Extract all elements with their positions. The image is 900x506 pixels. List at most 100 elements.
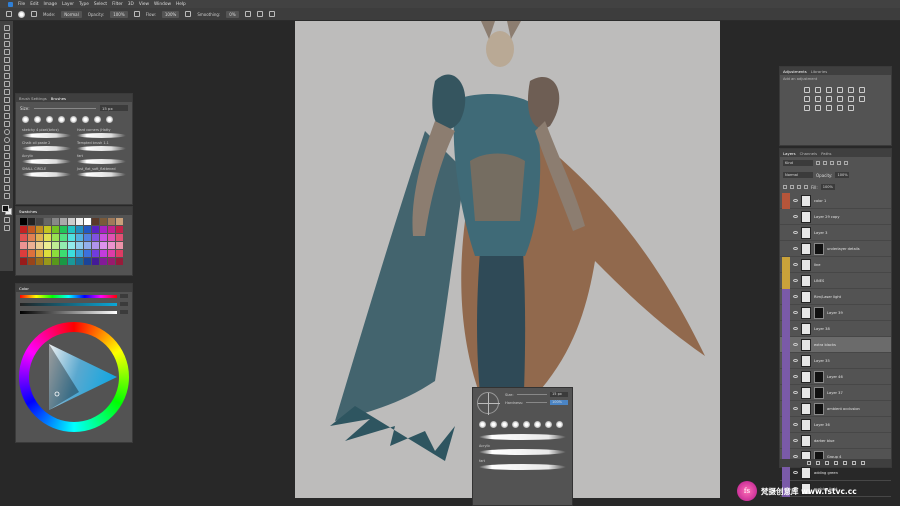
color-swatch[interactable] — [36, 258, 43, 265]
color-swatch[interactable] — [108, 258, 115, 265]
color-swatch[interactable] — [68, 234, 75, 241]
color-swatch[interactable] — [52, 234, 59, 241]
color-swatch[interactable] — [68, 226, 75, 233]
channel-mixer-icon[interactable] — [848, 96, 854, 102]
color-swatch[interactable] — [116, 226, 123, 233]
move-tool-icon[interactable] — [3, 25, 10, 31]
tab-brush-settings[interactable]: Brush Settings — [19, 96, 47, 101]
popup-brush-item[interactable] — [479, 433, 566, 440]
menu-select[interactable]: Select — [94, 2, 107, 7]
marquee-tool-icon[interactable] — [3, 33, 10, 39]
path-select-tool-icon[interactable] — [3, 161, 10, 167]
layer-mask-thumbnail[interactable] — [814, 306, 824, 319]
color-swatch[interactable] — [60, 218, 67, 225]
brightness-slider[interactable] — [20, 310, 117, 314]
color-swatch[interactable] — [60, 250, 67, 257]
tab-channels[interactable]: Channels — [800, 151, 818, 156]
posterize-icon[interactable] — [815, 105, 821, 111]
clone-stamp-tool-icon[interactable] — [3, 97, 10, 103]
delete-layer-icon[interactable] — [860, 461, 865, 465]
layer-row[interactable]: Layer 37 — [780, 384, 891, 401]
new-layer-icon[interactable] — [851, 461, 856, 465]
color-swatch[interactable] — [68, 250, 75, 257]
saturation-field[interactable] — [120, 302, 128, 306]
brush-tip[interactable] — [523, 421, 530, 428]
brush-tip[interactable] — [82, 116, 89, 123]
color-swatch[interactable] — [44, 258, 51, 265]
layer-row[interactable]: Layer 36 — [780, 416, 891, 433]
layer-mask-thumbnail[interactable] — [814, 386, 824, 399]
color-swatch[interactable] — [36, 218, 43, 225]
visibility-eye-icon[interactable] — [793, 247, 798, 250]
color-swatch[interactable] — [76, 242, 83, 249]
brush-tool-icon[interactable] — [6, 11, 12, 17]
layer-style-icon[interactable] — [815, 461, 820, 465]
hue-field[interactable] — [120, 294, 128, 298]
layer-row[interactable]: adding green — [780, 464, 891, 481]
layer-row[interactable]: Layer 46 — [780, 368, 891, 385]
frame-tool-icon[interactable] — [3, 65, 10, 71]
gradient-tool-icon[interactable] — [3, 121, 10, 127]
curves-icon[interactable] — [826, 87, 832, 93]
color-swatch[interactable] — [68, 242, 75, 249]
color-swatch[interactable] — [28, 242, 35, 249]
visibility-eye-icon[interactable] — [793, 215, 798, 218]
brush-item[interactable]: Just_flat_soft_flattened — [77, 167, 126, 177]
color-swatch[interactable] — [84, 242, 91, 249]
color-swatch[interactable] — [60, 258, 67, 265]
color-wheel[interactable] — [19, 322, 129, 432]
color-swatch[interactable] — [100, 250, 107, 257]
layer-fill-field[interactable]: 100% — [820, 184, 835, 190]
crop-tool-icon[interactable] — [3, 57, 10, 63]
color-swatch[interactable] — [28, 234, 35, 241]
popup-brush-item[interactable]: Acrylic — [479, 444, 566, 455]
new-group-icon[interactable] — [842, 461, 847, 465]
color-swatch[interactable] — [84, 234, 91, 241]
quick-select-tool-icon[interactable] — [3, 49, 10, 55]
more-tools-icon[interactable] — [3, 193, 10, 199]
layer-row[interactable]: Layer 38 — [780, 320, 891, 337]
brush-item[interactable]: Tempted brush 1.1 — [77, 141, 126, 151]
color-swatch[interactable] — [92, 218, 99, 225]
exposure-icon[interactable] — [837, 87, 843, 93]
color-swatch[interactable] — [84, 258, 91, 265]
color-swatch[interactable] — [108, 218, 115, 225]
brush-tip[interactable] — [545, 421, 552, 428]
add-mask-icon[interactable] — [824, 461, 829, 465]
color-swatch[interactable] — [100, 242, 107, 249]
zoom-tool-icon[interactable] — [3, 185, 10, 191]
brush-item[interactable]: fart — [77, 154, 126, 164]
opacity-field[interactable]: 100% — [110, 10, 128, 18]
popup-size-field[interactable]: 15 px — [550, 392, 568, 397]
color-swatch[interactable] — [68, 258, 75, 265]
color-swatch[interactable] — [76, 226, 83, 233]
new-adjustment-icon[interactable] — [833, 461, 838, 465]
color-swatch[interactable] — [44, 226, 51, 233]
layer-row[interactable]: color 1 — [780, 192, 891, 209]
layer-row[interactable]: extra blacks — [780, 336, 891, 353]
menu-type[interactable]: Type — [79, 2, 89, 7]
lock-position-icon[interactable] — [797, 185, 801, 189]
quick-mask-icon[interactable] — [3, 217, 10, 223]
layer-row[interactable]: Rim/Laser light — [780, 288, 891, 305]
color-swatch[interactable] — [76, 250, 83, 257]
brush-tip[interactable] — [490, 421, 497, 428]
brush-tip[interactable] — [512, 421, 519, 428]
layer-row[interactable]: darker blue — [780, 432, 891, 449]
link-layers-icon[interactable] — [806, 461, 811, 465]
screen-mode-icon[interactable] — [3, 225, 10, 231]
color-swatch[interactable] — [84, 250, 91, 257]
menu-view[interactable]: View — [139, 2, 149, 7]
visibility-eye-icon[interactable] — [793, 199, 798, 202]
hand-tool-icon[interactable] — [3, 177, 10, 183]
color-swatch[interactable] — [28, 250, 35, 257]
color-swatch[interactable] — [84, 226, 91, 233]
color-swatch[interactable] — [100, 226, 107, 233]
layer-row[interactable]: line — [780, 256, 891, 273]
brush-tip[interactable] — [534, 421, 541, 428]
visibility-eye-icon[interactable] — [793, 359, 798, 362]
brightness-field[interactable] — [120, 310, 128, 314]
color-swatch[interactable] — [60, 234, 67, 241]
tab-brushes[interactable]: Brushes — [51, 96, 66, 101]
smart-object-filter-icon[interactable] — [844, 161, 848, 165]
